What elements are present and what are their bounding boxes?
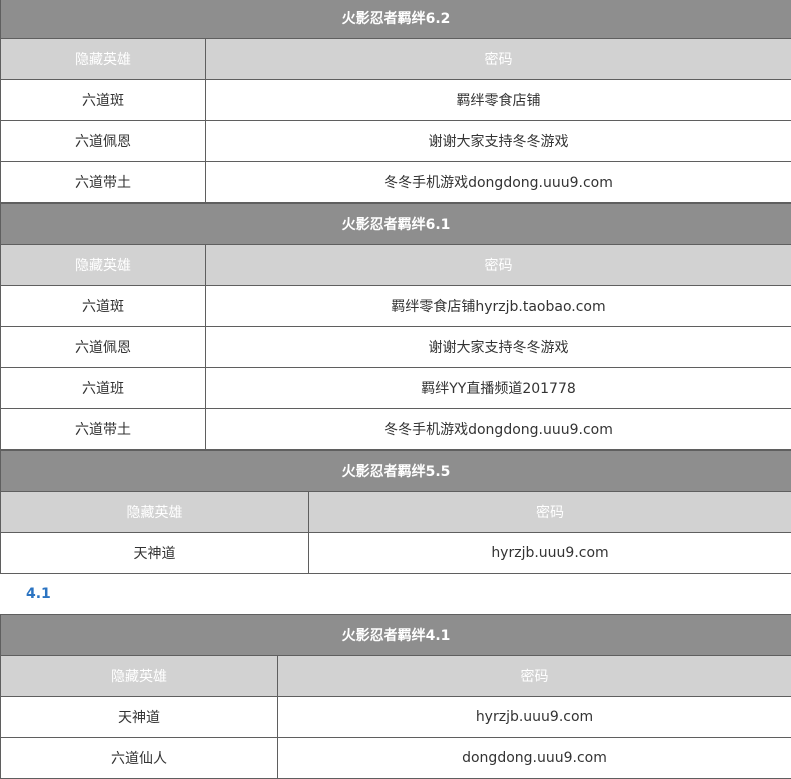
hero-cell: 六道带土 [1,162,206,203]
column-header-password: 密码 [206,245,791,286]
hero-cell: 六道斑 [1,80,206,121]
column-header-hero: 隐藏英雄 [1,245,206,286]
column-header-hero: 隐藏英雄 [1,39,206,80]
password-cell: 谢谢大家支持冬冬游戏 [206,327,791,368]
hero-cell: 天神道 [1,697,278,738]
hero-cell: 天神道 [1,533,309,574]
password-table-5-5: 火影忍者羁绊5.5 隐藏英雄 密码 天神道 hyrzjb.uuu9.com [0,450,791,574]
table-row: 六道斑 羁绊零食店铺 [1,80,791,121]
hero-cell: 六道班 [1,368,206,409]
hero-cell: 六道带土 [1,409,206,450]
password-table-4-1: 火影忍者羁绊4.1 隐藏英雄 密码 天神道 hyrzjb.uuu9.com 六道… [0,614,791,779]
password-table-6-1: 火影忍者羁绊6.1 隐藏英雄 密码 六道斑 羁绊零食店铺hyrzjb.taoba… [0,203,791,450]
table-row: 天神道 hyrzjb.uuu9.com [1,697,791,738]
table-title: 火影忍者羁绊4.1 [1,615,791,656]
password-cell: 谢谢大家支持冬冬游戏 [206,121,791,162]
password-cell: 羁绊YY直播频道201778 [206,368,791,409]
table-row: 六道佩恩 谢谢大家支持冬冬游戏 [1,327,791,368]
column-header-password: 密码 [206,39,791,80]
table-row: 六道佩恩 谢谢大家支持冬冬游戏 [1,121,791,162]
table-row: 六道带土 冬冬手机游戏dongdong.uuu9.com [1,409,791,450]
table-row: 六道斑 羁绊零食店铺hyrzjb.taobao.com [1,286,791,327]
column-header-password: 密码 [278,656,791,697]
hero-cell: 六道佩恩 [1,327,206,368]
password-cell: dongdong.uuu9.com [278,738,791,779]
hero-cell: 六道仙人 [1,738,278,779]
column-header-hero: 隐藏英雄 [1,656,278,697]
column-header-password: 密码 [309,492,791,533]
version-link[interactable]: 4.1 [26,585,51,603]
table-row: 六道班 羁绊YY直播频道201778 [1,368,791,409]
password-cell: 冬冬手机游戏dongdong.uuu9.com [206,409,791,450]
password-cell: 羁绊零食店铺hyrzjb.taobao.com [206,286,791,327]
hero-cell: 六道斑 [1,286,206,327]
table-row: 六道带土 冬冬手机游戏dongdong.uuu9.com [1,162,791,203]
hero-cell: 六道佩恩 [1,121,206,162]
password-cell: 冬冬手机游戏dongdong.uuu9.com [206,162,791,203]
table-title: 火影忍者羁绊6.2 [1,0,791,39]
password-table-6-2: 火影忍者羁绊6.2 隐藏英雄 密码 六道斑 羁绊零食店铺 六道佩恩 谢谢大家支持… [0,0,791,203]
table-title: 火影忍者羁绊6.1 [1,204,791,245]
password-cell: 羁绊零食店铺 [206,80,791,121]
table-row: 六道仙人 dongdong.uuu9.com [1,738,791,779]
password-cell: hyrzjb.uuu9.com [309,533,791,574]
column-header-hero: 隐藏英雄 [1,492,309,533]
table-title: 火影忍者羁绊5.5 [1,451,791,492]
table-row: 天神道 hyrzjb.uuu9.com [1,533,791,574]
password-cell: hyrzjb.uuu9.com [278,697,791,738]
